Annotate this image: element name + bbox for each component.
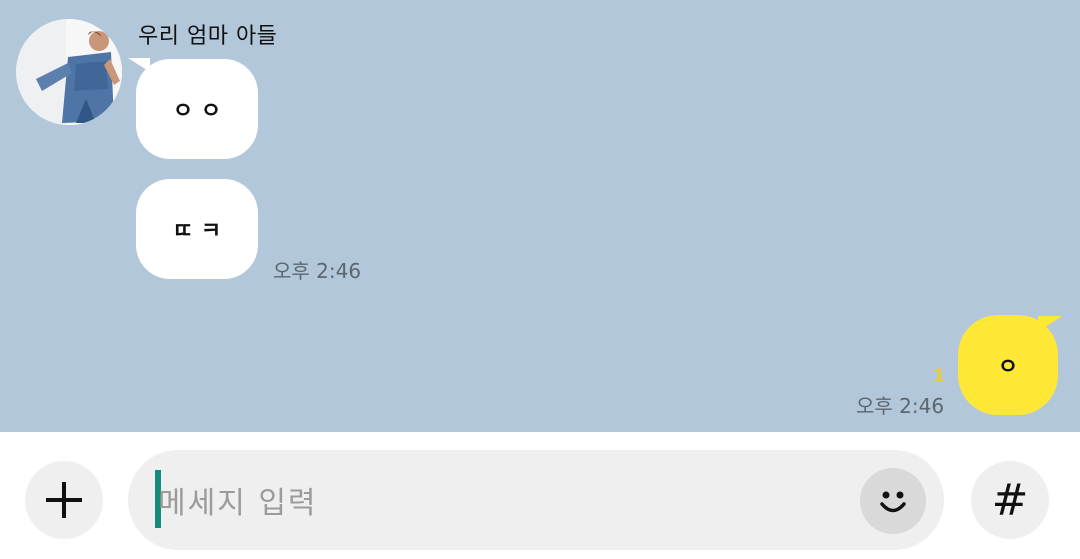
plus-icon	[46, 482, 82, 518]
incoming-message-bubble[interactable]: ㄸ ㅋ	[136, 179, 258, 279]
message-text: ㄸ ㅋ	[172, 219, 222, 244]
unread-count: 1	[933, 366, 945, 386]
outgoing-message-bubble[interactable]: ㅇ	[958, 315, 1058, 415]
message-text: ㅇ ㅇ	[172, 99, 222, 124]
incoming-timestamp: 오후 2:46	[273, 259, 362, 283]
sender-avatar[interactable]	[16, 19, 122, 125]
message-text: ㅇ	[997, 355, 1019, 380]
chat-area[interactable]: 우리 엄마 아들 ㅇ ㅇ ㄸ ㅋ 오후 2:46 1 오후 2:46 ㅇ	[0, 0, 1080, 432]
incoming-message-bubble[interactable]: ㅇ ㅇ	[136, 59, 258, 159]
smiley-icon	[880, 491, 906, 513]
message-input-placeholder: 메세지 입력	[158, 486, 318, 521]
outgoing-timestamp: 오후 2:46	[856, 394, 945, 418]
sender-name: 우리 엄마 아들	[138, 24, 278, 49]
avatar-photo	[16, 19, 122, 125]
hashtag-search-button[interactable]: #	[971, 461, 1049, 539]
add-attachment-button[interactable]	[25, 461, 103, 539]
hashtag-icon: #	[991, 474, 1029, 526]
emoji-button[interactable]	[860, 468, 926, 534]
